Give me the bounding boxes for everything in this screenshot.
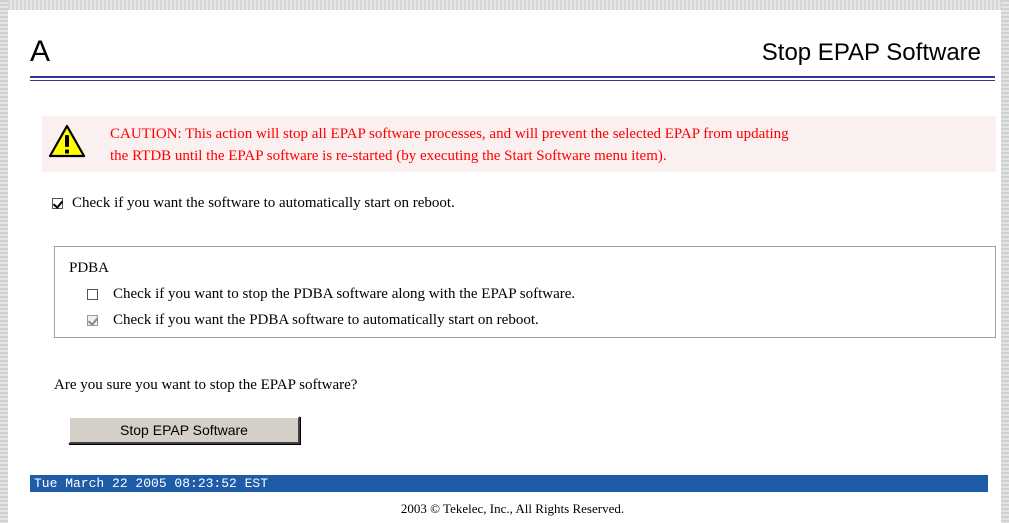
pdba-stop-label: Check if you want to stop the PDBA softw… xyxy=(113,286,576,302)
window-frame-left xyxy=(0,0,8,523)
pdba-auto-start-checkbox[interactable] xyxy=(87,315,98,326)
stop-epap-software-button[interactable]: Stop EPAP Software xyxy=(68,416,300,444)
caution-banner: CAUTION: This action will stop all EPAP … xyxy=(42,116,996,172)
warning-triangle-icon xyxy=(48,124,86,158)
confirm-question: Are you sure you want to stop the EPAP s… xyxy=(54,377,358,393)
auto-start-checkbox[interactable] xyxy=(52,198,63,209)
pdba-group-title: PDBA xyxy=(69,260,110,276)
auto-start-label: Check if you want the software to automa… xyxy=(72,195,455,211)
pdba-stop-checkbox[interactable] xyxy=(87,289,98,300)
title-divider-thin xyxy=(30,80,995,81)
pdba-auto-start-label: Check if you want the PDBA software to a… xyxy=(113,312,539,328)
caution-text-line-1: CAUTION: This action will stop all EPAP … xyxy=(110,126,789,142)
window-frame-top xyxy=(0,0,1009,10)
content-panel: A Stop EPAP Software CAUTION: This actio… xyxy=(8,10,1001,523)
caution-text: CAUTION: This action will stop all EPAP … xyxy=(110,123,1000,167)
window-frame-right xyxy=(1001,0,1009,523)
section-letter: A xyxy=(30,35,51,68)
page-title: Stop EPAP Software xyxy=(761,39,981,66)
caution-text-line-2: the RTDB until the EPAP software is re-s… xyxy=(110,148,667,164)
title-divider xyxy=(30,76,995,78)
copyright-footer: 2003 © Tekelec, Inc., All Rights Reserve… xyxy=(400,501,625,516)
pdba-options-group: PDBA Check if you want to stop the PDBA … xyxy=(54,246,996,338)
status-bar-datetime: Tue March 22 2005 08:23:52 EST xyxy=(30,475,988,492)
